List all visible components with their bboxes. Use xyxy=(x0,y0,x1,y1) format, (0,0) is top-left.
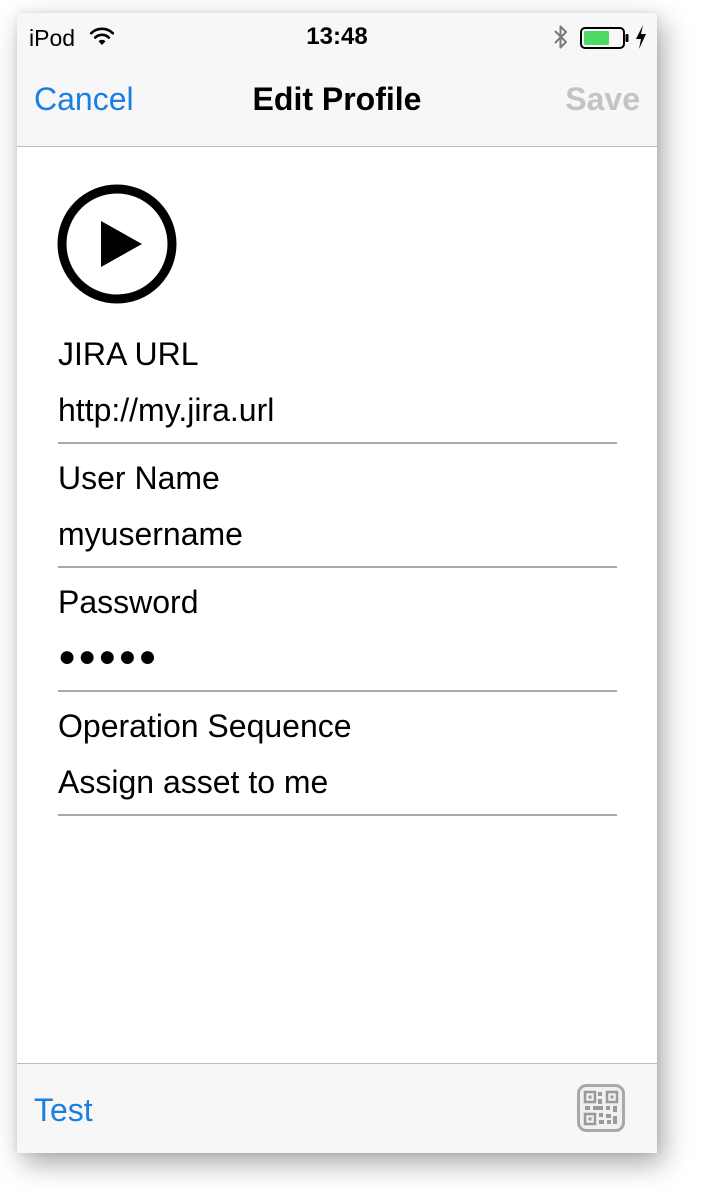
username-input[interactable]: myusername xyxy=(58,516,617,553)
operation-sequence-label: Operation Sequence xyxy=(58,708,352,744)
username-field: User Name myusername xyxy=(58,460,617,568)
phone-screen: iPod 13:48 Cancel Edit Profile Save JIRA… xyxy=(17,13,657,1153)
qr-code-icon[interactable] xyxy=(577,1084,625,1132)
navigation-bar: Cancel Edit Profile Save xyxy=(17,61,657,146)
battery-icon xyxy=(580,27,629,49)
charging-bolt-icon xyxy=(636,25,646,49)
bottom-toolbar: Test xyxy=(17,1063,657,1153)
jira-url-field: JIRA URL http://my.jira.url xyxy=(58,336,617,444)
header-area: iPod 13:48 Cancel Edit Profile Save xyxy=(17,13,657,147)
jira-url-input[interactable]: http://my.jira.url xyxy=(58,392,617,429)
operation-sequence-input[interactable]: Assign asset to me xyxy=(58,764,617,801)
password-label: Password xyxy=(58,584,199,620)
jira-url-label: JIRA URL xyxy=(58,336,199,372)
page-title: Edit Profile xyxy=(252,81,422,117)
username-label: User Name xyxy=(58,460,220,496)
password-input[interactable]: ●●●●● xyxy=(58,640,617,674)
password-field: Password ●●●●● xyxy=(58,584,617,692)
operation-sequence-field: Operation Sequence Assign asset to me xyxy=(58,708,617,816)
status-bar: iPod 13:48 xyxy=(17,13,657,61)
profile-form: JIRA URL http://my.jira.url User Name my… xyxy=(17,147,657,1063)
test-button[interactable]: Test xyxy=(34,1092,93,1129)
bluetooth-icon xyxy=(554,25,567,49)
save-button[interactable]: Save xyxy=(565,81,640,118)
play-circle-icon[interactable] xyxy=(56,183,178,305)
